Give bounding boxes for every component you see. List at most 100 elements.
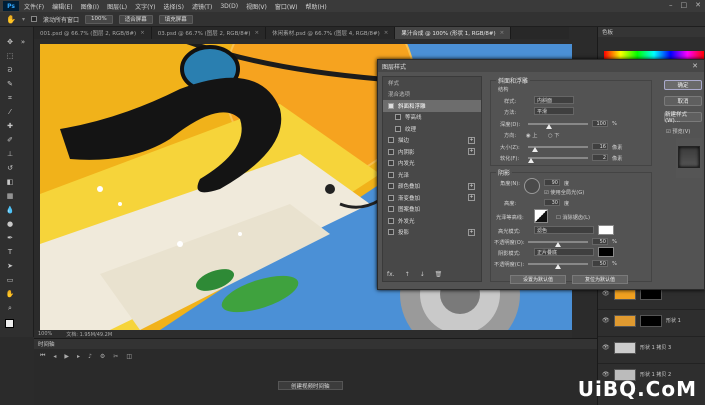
checkbox[interactable] [388,194,394,201]
menu-type[interactable]: 文字(Y) [135,2,155,11]
toolbar-collapse-icon[interactable]: » [18,37,28,47]
close-icon[interactable]: ✕ [695,1,701,9]
hand-tool-icon[interactable]: ✋ [5,289,15,299]
dropdown-arrow-icon[interactable]: ▾ [22,16,25,23]
move-up-icon[interactable]: ↑ [405,271,410,278]
tab-doc-2[interactable]: 03.psd @ 66.7% (图层 2, RGB/8#) × [152,27,267,39]
altitude-input[interactable]: 30 [544,199,560,206]
marquee-tool-icon[interactable]: ⬚ [5,51,15,61]
transition-icon[interactable]: ◫ [126,353,132,360]
tab-doc-3[interactable]: 休闲素材.psd @ 66.7% (图层 4, RGB/8#) × [266,27,396,39]
scroll-all-windows-checkbox[interactable] [30,16,37,22]
add-icon[interactable]: + [468,194,475,201]
menu-select[interactable]: 选择(S) [163,2,184,11]
blur-tool-icon[interactable]: 💧 [5,205,15,215]
style-item-inner-glow[interactable]: 内发光 [383,158,481,170]
soften-slider[interactable] [528,157,588,159]
pen-tool-icon[interactable]: ✒ [5,233,15,243]
highlight-mode-select[interactable]: 滤色 [534,226,594,234]
close-tab-icon[interactable]: × [500,30,505,36]
checkbox[interactable] [388,102,394,109]
antialias-checkbox[interactable]: ☐ 消除锯齿(L) [556,214,590,221]
zoom-tool-icon[interactable]: ⌕ [5,303,15,313]
style-item-drop-shadow[interactable]: 投影 + [383,227,481,239]
eraser-tool-icon[interactable]: ◧ [5,177,15,187]
shadow-mode-select[interactable]: 正片叠底 [534,248,594,256]
audio-icon[interactable]: ♪ [88,353,92,360]
style-item-texture[interactable]: 纹理 [383,123,481,135]
gradient-tool-icon[interactable]: ▦ [5,191,15,201]
checkbox[interactable] [388,229,394,236]
add-icon[interactable]: + [468,228,475,236]
maximize-icon[interactable]: □ [681,1,688,9]
settings-icon[interactable]: ⚙ [100,353,105,360]
zoom-level[interactable]: 100% [38,331,52,337]
bevel-style-select[interactable]: 内斜面 [534,96,574,104]
history-brush-icon[interactable]: ↺ [5,163,15,173]
style-item-pattern-overlay[interactable]: 图案叠加 [383,204,481,216]
depth-slider-knob[interactable] [546,124,552,129]
checkbox[interactable] [388,183,394,190]
highlight-color-swatch[interactable] [598,225,614,235]
stamp-tool-icon[interactable]: ⊥ [5,149,15,159]
swatches-title[interactable]: 色板 [598,27,705,37]
quick-select-tool-icon[interactable]: ✎ [5,79,15,89]
size-slider-knob[interactable] [532,147,539,152]
brush-tool-icon[interactable]: ✐ [5,135,15,145]
minimize-icon[interactable]: – [669,1,673,9]
shadow-opacity-input[interactable]: 50 [592,260,608,267]
menu-window[interactable]: 窗口(W) [275,2,298,11]
close-tab-icon[interactable]: × [140,30,145,36]
tab-doc-1[interactable]: 001.psd @ 66.7% (图层 2, RGB/8#) × [34,27,152,39]
depth-input[interactable]: 100 [592,120,608,127]
checkbox[interactable] [388,137,394,144]
menu-help[interactable]: 帮助(H) [306,2,327,11]
tab-doc-4[interactable]: 果汁合成 @ 100% (形状 1, RGB/8#) × [395,27,512,39]
trash-icon[interactable]: 🗑 [435,271,443,278]
first-frame-icon[interactable]: ⏮ [40,352,45,360]
close-icon[interactable]: ✕ [692,62,698,70]
create-video-timeline-button[interactable]: 创建视频时间轴 [278,381,343,390]
fit-screen-button[interactable]: 适合屏幕 [118,14,153,24]
checkbox[interactable] [395,125,401,132]
style-item-gradient-overlay[interactable]: 渐变叠加 + [383,192,481,204]
style-item-satin[interactable]: 光泽 [383,169,481,181]
eye-icon[interactable]: 👁 [602,290,610,297]
checkbox[interactable] [395,114,401,121]
menu-view[interactable]: 视图(V) [246,2,267,11]
preview-checkbox[interactable]: ☑ 预览(V) [666,128,690,135]
soften-input[interactable]: 2 [592,154,608,161]
menu-image[interactable]: 图像(I) [81,2,99,11]
direction-up-radio[interactable]: ◉ 上 [526,132,537,139]
direction-down-radio[interactable]: ○ 下 [548,132,559,139]
shape-tool-icon[interactable]: ▭ [5,275,15,285]
style-item-bevel-emboss[interactable]: 斜面和浮雕 [383,100,481,112]
angle-dial[interactable] [524,178,540,194]
style-item-contour[interactable]: 等高线 [383,112,481,124]
add-icon[interactable]: + [468,148,475,155]
new-style-button[interactable]: 新建样式(W)... [664,112,702,124]
close-tab-icon[interactable]: × [384,30,389,36]
dodge-tool-icon[interactable]: ● [5,219,15,229]
menu-filter[interactable]: 滤镜(T) [192,2,212,11]
global-light-checkbox[interactable]: ☑ 使用全局光(G) [544,189,584,196]
reset-default-button[interactable]: 复位为默认值 [572,275,628,284]
close-tab-icon[interactable]: × [254,30,259,36]
shadow-color-swatch[interactable] [598,247,614,257]
style-item-inner-shadow[interactable]: 内阴影 + [383,146,481,158]
menu-file[interactable]: 文件(F) [24,2,44,11]
angle-input[interactable]: 90 [544,179,560,186]
eyedropper-tool-icon[interactable]: ⁄ [5,107,15,117]
layer-row[interactable]: 👁 形状 1 拷贝 3 [598,336,705,358]
checkbox[interactable] [388,206,394,213]
style-item-outer-glow[interactable]: 外发光 [383,215,481,227]
eye-icon[interactable]: 👁 [602,344,610,351]
add-icon[interactable]: + [468,136,475,144]
type-tool-icon[interactable]: T [5,247,15,257]
gloss-contour-preview[interactable] [534,209,548,223]
move-down-icon[interactable]: ↓ [420,271,425,278]
cut-icon[interactable]: ✂ [113,353,118,360]
style-item-stroke[interactable]: 描边 + [383,135,481,147]
checkbox[interactable] [388,171,394,178]
lasso-tool-icon[interactable]: ᘐ [5,65,15,75]
